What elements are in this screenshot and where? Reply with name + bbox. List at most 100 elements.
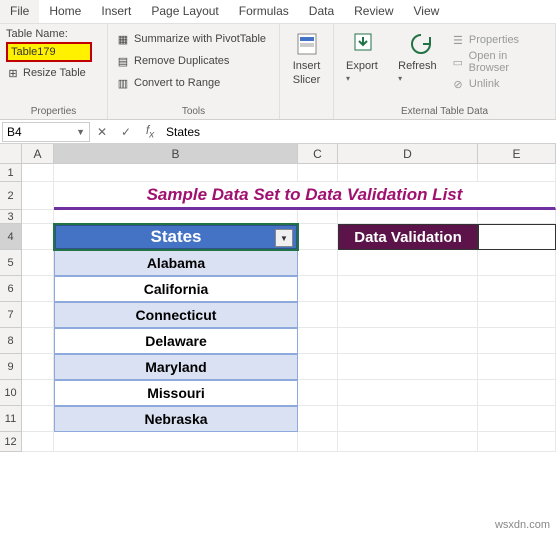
remove-duplicates-button[interactable]: ▤ Remove Duplicates	[114, 50, 273, 72]
cell-a9[interactable]	[22, 354, 54, 380]
cell-a3[interactable]	[22, 210, 54, 224]
row-header-3[interactable]: 3	[0, 210, 22, 224]
col-header-b[interactable]: B	[54, 144, 298, 163]
cell-c12[interactable]	[298, 432, 338, 452]
menu-pagelayout[interactable]: Page Layout	[141, 0, 228, 23]
cell-e11[interactable]	[478, 406, 556, 432]
menu-review[interactable]: Review	[344, 0, 403, 23]
state-cell-5[interactable]: Missouri	[54, 380, 298, 406]
cell-a11[interactable]	[22, 406, 54, 432]
enter-formula-icon[interactable]: ✓	[114, 125, 138, 139]
cell-e5[interactable]	[478, 250, 556, 276]
cell-d5[interactable]	[338, 250, 478, 276]
resize-table-button[interactable]: ⊞ Resize Table	[6, 66, 101, 80]
refresh-button[interactable]: Refresh ▾	[392, 28, 449, 94]
cell-e6[interactable]	[478, 276, 556, 302]
cell-a5[interactable]	[22, 250, 54, 276]
cell-d12[interactable]	[338, 432, 478, 452]
filter-dropdown-icon[interactable]: ▼	[275, 229, 293, 247]
cell-d1[interactable]	[338, 164, 478, 182]
row-header-9[interactable]: 9	[0, 354, 22, 380]
cell-e8[interactable]	[478, 328, 556, 354]
cell-c11[interactable]	[298, 406, 338, 432]
col-header-a[interactable]: A	[22, 144, 54, 163]
state-cell-4[interactable]: Maryland	[54, 354, 298, 380]
title-cell[interactable]: Sample Data Set to Data Validation List	[54, 182, 556, 210]
cell-c5[interactable]	[298, 250, 338, 276]
cell-d9[interactable]	[338, 354, 478, 380]
cell-b3[interactable]	[54, 210, 298, 224]
cell-e1[interactable]	[478, 164, 556, 182]
cell-e10[interactable]	[478, 380, 556, 406]
data-validation-header[interactable]: Data Validation	[338, 224, 478, 250]
cell-a12[interactable]	[22, 432, 54, 452]
cell-c10[interactable]	[298, 380, 338, 406]
cell-d7[interactable]	[338, 302, 478, 328]
row-header-2[interactable]: 2	[0, 182, 22, 210]
cell-a1[interactable]	[22, 164, 54, 182]
cell-d10[interactable]	[338, 380, 478, 406]
row-header-1[interactable]: 1	[0, 164, 22, 182]
summarize-pivot-button[interactable]: ▦ Summarize with PivotTable	[114, 28, 273, 50]
cell-c7[interactable]	[298, 302, 338, 328]
state-cell-2[interactable]: Connecticut	[54, 302, 298, 328]
data-validation-cell[interactable]	[478, 224, 556, 250]
cell-d11[interactable]	[338, 406, 478, 432]
menu-insert[interactable]: Insert	[91, 0, 141, 23]
select-all-corner[interactable]	[0, 144, 22, 164]
cell-a7[interactable]	[22, 302, 54, 328]
menu-formulas[interactable]: Formulas	[229, 0, 299, 23]
col-header-d[interactable]: D	[338, 144, 478, 163]
row-header-6[interactable]: 6	[0, 276, 22, 302]
table-name-input[interactable]	[6, 42, 92, 62]
row-header-4[interactable]: 4	[0, 224, 22, 250]
col-header-e[interactable]: E	[478, 144, 556, 163]
cell-a4[interactable]	[22, 224, 54, 250]
states-header-cell[interactable]: States ▼	[54, 224, 298, 250]
cell-c9[interactable]	[298, 354, 338, 380]
cell-c4[interactable]	[298, 224, 338, 250]
cell-b12[interactable]	[54, 432, 298, 452]
cell-c1[interactable]	[298, 164, 338, 182]
row-header-12[interactable]: 12	[0, 432, 22, 452]
row-header-10[interactable]: 10	[0, 380, 22, 406]
cell-e3[interactable]	[478, 210, 556, 224]
state-cell-6[interactable]: Nebraska	[54, 406, 298, 432]
cell-d8[interactable]	[338, 328, 478, 354]
state-cell-0[interactable]: Alabama	[54, 250, 298, 276]
menu-data[interactable]: Data	[299, 0, 344, 23]
cell-d3[interactable]	[338, 210, 478, 224]
col-header-c[interactable]: C	[298, 144, 338, 163]
cell-a8[interactable]	[22, 328, 54, 354]
menu-file[interactable]: File	[0, 0, 39, 23]
state-cell-3[interactable]: Delaware	[54, 328, 298, 354]
cell-e12[interactable]	[478, 432, 556, 452]
watermark: wsxdn.com	[495, 519, 550, 531]
cell-a10[interactable]	[22, 380, 54, 406]
name-box[interactable]: B4 ▼	[2, 122, 90, 142]
cell-e7[interactable]	[478, 302, 556, 328]
row-header-5[interactable]: 5	[0, 250, 22, 276]
cell-c6[interactable]	[298, 276, 338, 302]
cell-b1[interactable]	[54, 164, 298, 182]
menu-home[interactable]: Home	[39, 0, 91, 23]
cell-c8[interactable]	[298, 328, 338, 354]
formula-bar: B4 ▼ ✕ ✓ fx	[0, 120, 556, 144]
cell-c3[interactable]	[298, 210, 338, 224]
row-header-7[interactable]: 7	[0, 302, 22, 328]
state-cell-1[interactable]: California	[54, 276, 298, 302]
row-header-11[interactable]: 11	[0, 406, 22, 432]
export-button[interactable]: Export ▾	[340, 28, 390, 94]
fx-icon[interactable]: fx	[138, 123, 162, 140]
menu-view[interactable]: View	[404, 0, 450, 23]
row-header-8[interactable]: 8	[0, 328, 22, 354]
cancel-formula-icon[interactable]: ✕	[90, 125, 114, 139]
cell-d6[interactable]	[338, 276, 478, 302]
cell-a2[interactable]	[22, 182, 54, 210]
convert-range-button[interactable]: ▥ Convert to Range	[114, 72, 273, 94]
cell-e9[interactable]	[478, 354, 556, 380]
cell-a6[interactable]	[22, 276, 54, 302]
formula-input[interactable]	[162, 123, 556, 141]
insert-slicer-button[interactable]: Insert Slicer	[287, 28, 327, 88]
spreadsheet-grid[interactable]: A B C D E 1 2 Sample Data Set to Data Va…	[0, 144, 556, 452]
